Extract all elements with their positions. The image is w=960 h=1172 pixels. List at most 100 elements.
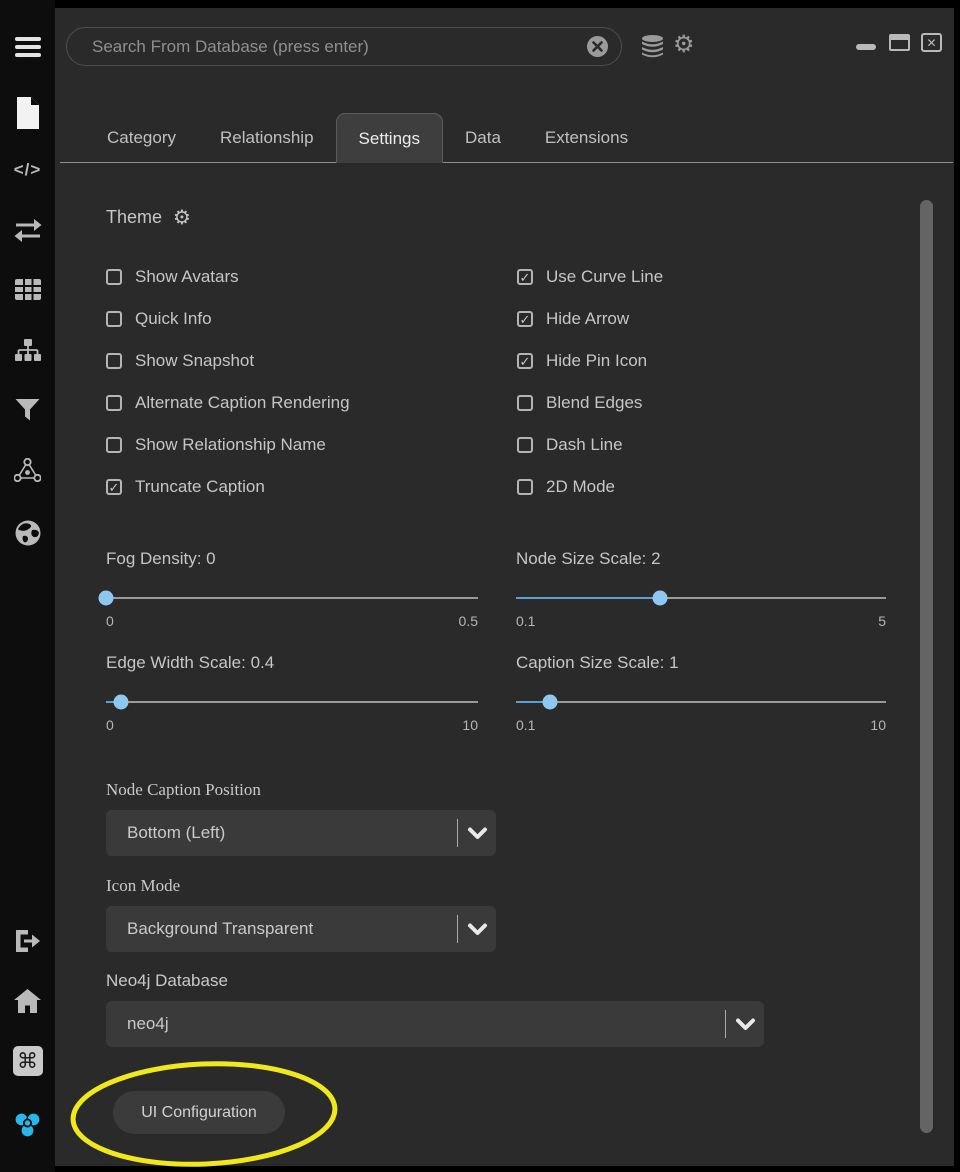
checkbox-label: Show Snapshot — [135, 351, 254, 371]
maximize-button[interactable] — [889, 34, 910, 51]
menu-icon[interactable] — [0, 33, 55, 61]
checkbox[interactable]: ✓ — [517, 395, 533, 411]
dropdown-value: Bottom (Left) — [127, 810, 225, 856]
dropdown-label: Icon Mode — [106, 876, 496, 900]
dropdown-divider — [457, 915, 458, 943]
checkbox[interactable]: ✓ — [517, 437, 533, 453]
checkbox-label: Truncate Caption — [135, 477, 265, 497]
dropdown-divider — [457, 819, 458, 847]
gear-icon[interactable]: ⚙ — [673, 33, 695, 57]
check-icon: ✓ — [520, 313, 531, 326]
swap-arrows-icon[interactable] — [0, 219, 55, 242]
dropdown-select[interactable]: Bottom (Left) — [106, 810, 496, 856]
slider-min: 0 — [106, 717, 114, 733]
checkbox[interactable]: ✓ — [517, 311, 533, 327]
slider-thumb[interactable] — [113, 695, 128, 710]
trefoil-icon[interactable] — [0, 1110, 55, 1139]
slider-track[interactable] — [516, 695, 886, 709]
slider-thumb[interactable] — [542, 695, 557, 710]
checkbox-row: ✓ 2D Mode — [517, 475, 663, 499]
checkbox[interactable]: ✓ — [517, 353, 533, 369]
slider-track[interactable] — [516, 591, 886, 605]
tab-relationship[interactable]: Relationship — [198, 113, 336, 163]
checkbox-row: ✓ Quick Info — [106, 307, 350, 331]
filter-icon[interactable] — [0, 399, 55, 421]
file-icon[interactable] — [0, 97, 55, 129]
slider-max: 0.5 — [459, 613, 478, 629]
slider-max: 5 — [878, 613, 886, 629]
checkbox-row: ✓ Blend Edges — [517, 391, 663, 415]
logout-icon[interactable] — [0, 929, 55, 953]
sitemap-icon[interactable] — [0, 339, 55, 363]
slider-label: Edge Width Scale: 0.4 — [106, 653, 478, 677]
database-icon[interactable] — [641, 35, 664, 63]
dropdown-label: Neo4j Database — [106, 971, 764, 995]
clear-icon[interactable] — [587, 36, 608, 57]
slider-thumb[interactable] — [652, 591, 667, 606]
home-icon[interactable] — [0, 989, 55, 1013]
slider-label: Caption Size Scale: 1 — [516, 653, 886, 677]
checkbox-label: Use Curve Line — [546, 267, 663, 287]
checkbox[interactable]: ✓ — [106, 395, 122, 411]
checkbox-column-right: ✓ Use Curve Line ✓ Hide Arrow ✓ Hide Pin… — [517, 265, 663, 517]
slider-max: 10 — [870, 717, 886, 733]
checkbox-label: Quick Info — [135, 309, 212, 329]
checkbox-row: ✓ Hide Pin Icon — [517, 349, 663, 373]
theme-gear-icon[interactable]: ⚙ — [173, 205, 191, 229]
tab-settings[interactable]: Settings — [336, 113, 443, 163]
checkbox-row: ✓ Show Avatars — [106, 265, 350, 289]
checkbox[interactable]: ✓ — [517, 479, 533, 495]
checkbox-row: ✓ Use Curve Line — [517, 265, 663, 289]
checkbox[interactable]: ✓ — [106, 269, 122, 285]
table-icon[interactable] — [0, 279, 55, 300]
close-glyph: ✕ — [926, 36, 936, 50]
tab-extensions[interactable]: Extensions — [523, 113, 650, 163]
slider-label: Fog Density: 0 — [106, 549, 478, 573]
chevron-down-icon — [467, 923, 488, 941]
dropdown-label: Node Caption Position — [106, 780, 496, 804]
slider-label: Node Size Scale: 2 — [516, 549, 886, 573]
code-glyph: </> — [14, 160, 42, 180]
sidebar: </> — [0, 0, 55, 1172]
check-icon: ✓ — [109, 481, 120, 494]
minimize-button[interactable] — [856, 44, 876, 50]
checkbox-column-left: ✓ Show Avatars ✓ Quick Info ✓ Show Snaps… — [106, 265, 350, 517]
dropdown-icon-mode: Icon Mode Background Transparent — [106, 876, 496, 952]
ui-configuration-button[interactable]: UI Configuration — [113, 1091, 285, 1134]
scrollbar-thumb[interactable] — [920, 200, 933, 1133]
dropdown-value: neo4j — [127, 1001, 169, 1047]
network-icon[interactable] — [0, 458, 55, 482]
dropdown-select[interactable]: Background Transparent — [106, 906, 496, 952]
slider-track[interactable] — [106, 591, 478, 605]
checkbox[interactable]: ✓ — [106, 353, 122, 369]
dropdown-neo4j-database: Neo4j Database neo4j — [106, 971, 764, 1047]
checkbox[interactable]: ✓ — [106, 479, 122, 495]
chevron-down-icon — [735, 1018, 756, 1036]
checkbox-label: Hide Arrow — [546, 309, 629, 329]
dropdown-select[interactable]: neo4j — [106, 1001, 764, 1047]
tab-data[interactable]: Data — [443, 113, 523, 163]
gear-glyph: ⚙ — [673, 30, 695, 58]
close-button[interactable]: ✕ — [921, 33, 942, 52]
command-glyph: ⌘ — [17, 1049, 38, 1073]
slider-max: 10 — [462, 717, 478, 733]
checkbox[interactable]: ✓ — [517, 269, 533, 285]
slider-caption-size-scale: Caption Size Scale: 1 0.1 10 — [516, 653, 886, 733]
slider-node-size-scale: Node Size Scale: 2 0.1 5 — [516, 549, 886, 629]
slider-fog-density: Fog Density: 0 0 0.5 — [106, 549, 478, 629]
code-icon[interactable]: </> — [0, 160, 55, 180]
globe-icon[interactable] — [0, 520, 55, 546]
check-icon: ✓ — [520, 355, 531, 368]
slider-track[interactable] — [106, 695, 478, 709]
checkbox-row: ✓ Show Relationship Name — [106, 433, 350, 457]
search-input[interactable] — [67, 37, 587, 57]
slider-thumb[interactable] — [99, 591, 114, 606]
theme-label: Theme — [106, 207, 162, 228]
dropdown-node-caption-position: Node Caption Position Bottom (Left) — [106, 780, 496, 856]
checkbox-row: ✓ Truncate Caption — [106, 475, 350, 499]
command-icon[interactable]: ⌘ — [0, 1046, 55, 1076]
check-icon: ✓ — [520, 271, 531, 284]
checkbox[interactable]: ✓ — [106, 437, 122, 453]
checkbox[interactable]: ✓ — [106, 311, 122, 327]
tab-category[interactable]: Category — [85, 113, 198, 163]
